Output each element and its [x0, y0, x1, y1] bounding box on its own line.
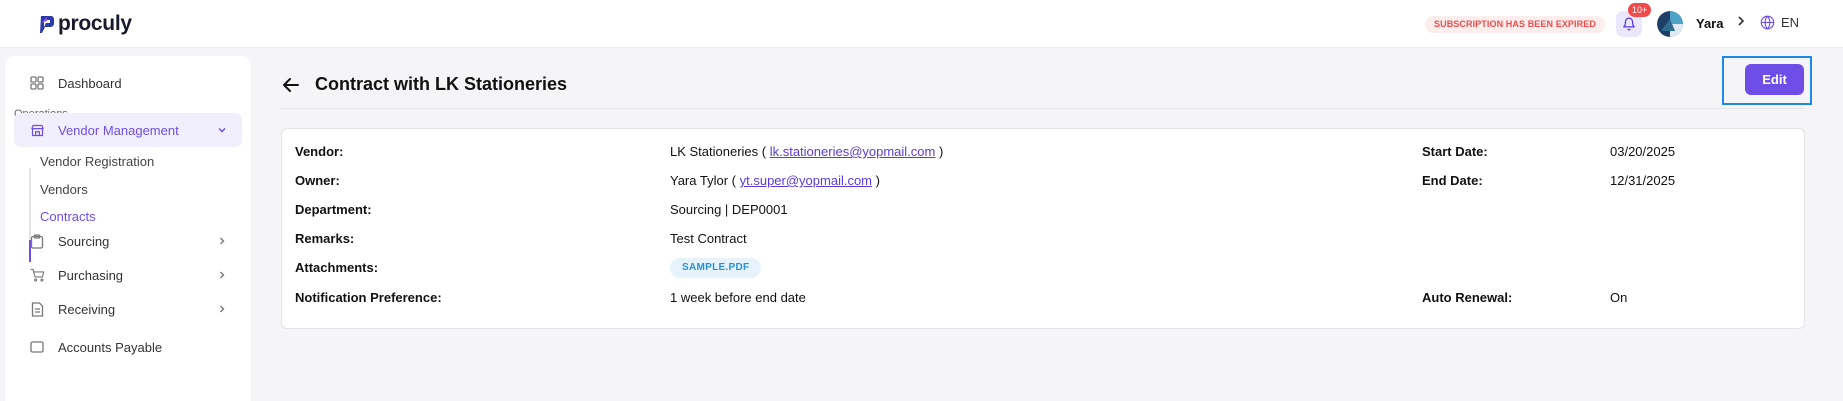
chevron-right-icon	[216, 234, 228, 252]
proculy-logo-icon	[40, 15, 54, 33]
sidebar-item-label: Receiving	[58, 301, 116, 317]
sidebar-item-vendor-management[interactable]: Vendor Management	[14, 113, 242, 147]
notification-count-badge: 10+	[1628, 3, 1652, 17]
logo-text: proculy	[58, 12, 132, 35]
contract-details-card	[281, 128, 1805, 329]
top-bar: proculy SUBSCRIPTION HAS BEEN EXPIRED 10…	[0, 0, 1843, 48]
end-date-value: 12/31/2025	[1610, 173, 1676, 188]
user-name[interactable]: Yara	[1696, 16, 1723, 31]
owner-label: Owner:	[295, 173, 340, 188]
auto-renewal-value: On	[1610, 290, 1628, 305]
vendor-name: LK Stationeries (	[670, 144, 770, 159]
sidebar-item-label: Accounts Payable	[58, 339, 163, 355]
start-date-value: 03/20/2025	[1610, 144, 1676, 159]
vendor-value: LK Stationeries ( lk.stationeries@yopmai…	[670, 144, 943, 159]
language-selector[interactable]: EN	[1760, 15, 1799, 30]
sidebar-subitem-contracts[interactable]: Contracts	[40, 209, 96, 224]
dashboard-icon	[29, 75, 45, 91]
chevron-down-icon	[216, 123, 228, 141]
sidebar-item-sourcing[interactable]: Sourcing	[14, 224, 242, 258]
chevron-right-icon	[216, 268, 228, 286]
notification-preference-label: Notification Preference:	[295, 290, 442, 305]
remarks-value: Test Contract	[670, 231, 747, 246]
sidebar: Dashboard Operations Vendor Management V…	[5, 56, 251, 401]
owner-name: Yara Tylor (	[670, 173, 740, 188]
page-title: Contract with LK Stationeries	[315, 74, 568, 94]
auto-renewal-label: Auto Renewal:	[1422, 290, 1513, 305]
remarks-label: Remarks:	[295, 231, 355, 246]
avatar-image	[1657, 11, 1683, 37]
chevron-right-icon	[216, 302, 228, 320]
receipt-icon	[29, 301, 45, 317]
owner-close: )	[872, 173, 880, 188]
sidebar-item-receiving[interactable]: Receiving	[14, 292, 242, 326]
back-arrow-icon[interactable]	[281, 75, 301, 95]
clipboard-icon	[29, 233, 45, 249]
sidebar-subitem-vendor-registration[interactable]: Vendor Registration	[40, 154, 154, 169]
sidebar-item-dashboard[interactable]: Dashboard	[14, 66, 242, 100]
sidebar-item-label: Dashboard	[58, 75, 122, 91]
bell-icon	[1623, 17, 1635, 31]
attachments-label: Attachments:	[295, 260, 379, 275]
sidebar-item-purchasing[interactable]: Purchasing	[14, 258, 242, 292]
department-value: Sourcing | DEP0001	[670, 202, 788, 217]
attachment-chip[interactable]: SAMPLE.PDF	[670, 258, 762, 278]
vendor-close: )	[935, 144, 944, 159]
sidebar-subitem-vendors[interactable]: Vendors	[40, 182, 88, 197]
user-menu-chevron-icon[interactable]	[1737, 15, 1745, 30]
divider	[281, 108, 1806, 109]
globe-icon	[1760, 15, 1775, 30]
department-label: Department:	[295, 202, 372, 217]
store-icon	[29, 122, 45, 138]
start-date-label: Start Date:	[1422, 144, 1488, 159]
wallet-icon	[29, 339, 45, 355]
avatar[interactable]	[1657, 11, 1683, 37]
notification-preference-value: 1 week before end date	[670, 290, 806, 305]
owner-value: Yara Tylor ( yt.super@yopmail.com )	[670, 173, 880, 188]
vendor-label: Vendor:	[295, 144, 344, 159]
edit-button[interactable]: Edit	[1745, 64, 1804, 95]
sidebar-item-label: Purchasing	[58, 267, 124, 283]
sidebar-item-accounts-payable[interactable]: Accounts Payable	[14, 330, 242, 364]
cart-icon	[29, 267, 45, 283]
proculy-logo[interactable]: proculy	[38, 12, 132, 36]
sidebar-item-label: Vendor Management	[58, 122, 179, 138]
vendor-email-link[interactable]: lk.stationeries@yopmail.com	[770, 144, 936, 159]
end-date-label: End Date:	[1422, 173, 1483, 188]
sidebar-item-label: Sourcing	[58, 233, 110, 249]
subscription-expired-badge: SUBSCRIPTION HAS BEEN EXPIRED	[1425, 16, 1605, 33]
language-label: EN	[1781, 15, 1800, 30]
owner-email-link[interactable]: yt.super@yopmail.com	[740, 173, 872, 188]
